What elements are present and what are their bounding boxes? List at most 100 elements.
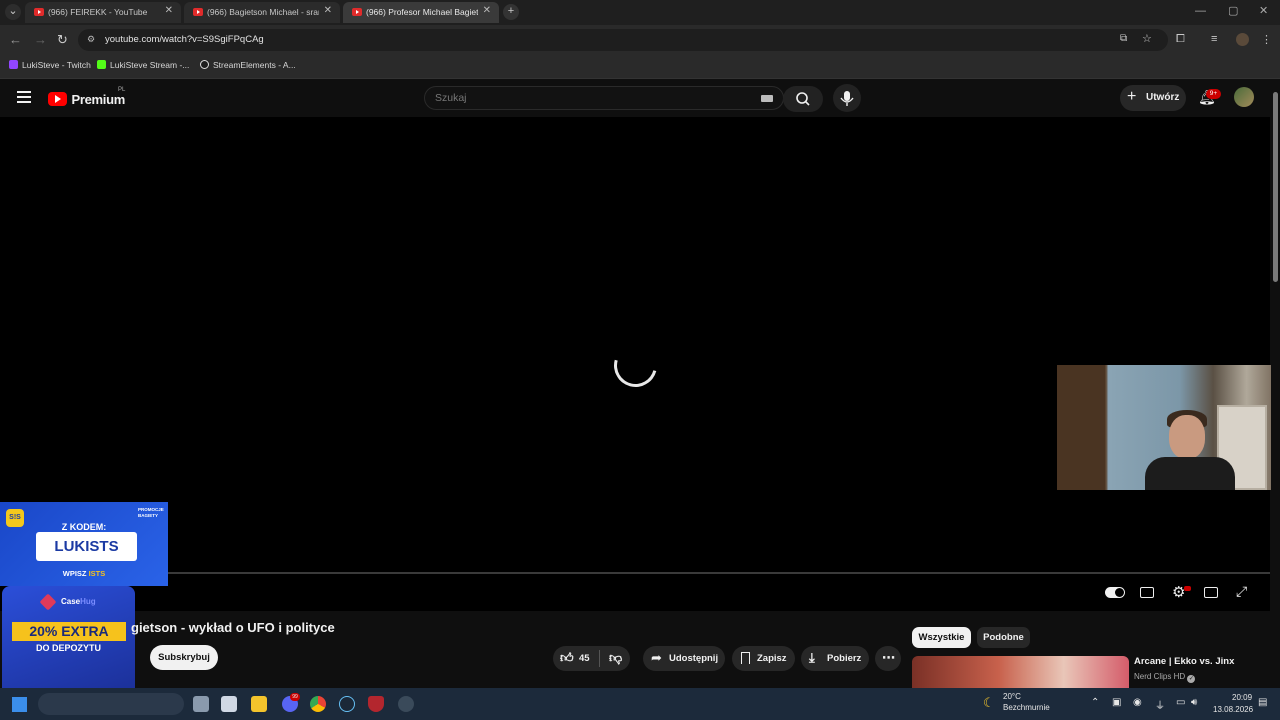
maximize-window-icon[interactable]: ▢ [1228,4,1238,17]
network-icon[interactable]: ▭ [1176,697,1185,708]
search-icon [796,92,810,106]
recommended-thumbnail[interactable] [912,656,1129,688]
file-explorer-icon[interactable] [251,696,267,712]
page-scrollbar[interactable] [1271,80,1280,688]
volume-icon[interactable]: 🔊︎ [1191,697,1197,708]
bookmark-star-icon[interactable]: ☆ [1142,32,1152,45]
chip-related[interactable]: Podobne [977,627,1030,648]
webcam-overlay [1057,365,1280,490]
chip-all[interactable]: Wszystkie [912,627,971,648]
webcam-person-head [1169,415,1205,459]
share-icon: ➦ [651,650,662,665]
settings-gear-icon[interactable]: ⚙ [1172,583,1185,601]
app-icon[interactable] [398,696,414,712]
subtitles-icon[interactable] [1140,587,1154,598]
browser-menu-icon[interactable]: ⋮ [1261,33,1272,46]
bookmark-lukisteve-twitch[interactable]: LukiSteve - Twitch [9,60,91,70]
download-label: Pobierz [827,653,862,664]
more-actions-button[interactable]: ⋯ [875,646,901,671]
extensions-icon[interactable]: ⧠ [1176,33,1185,46]
new-tab-button[interactable]: + [503,4,519,20]
windows-start-icon[interactable] [12,697,27,712]
clock-time[interactable]: 20:09 [1232,693,1252,702]
site-info-icon[interactable]: ⚙ [87,34,95,45]
tray-app-icon[interactable]: ▣ [1112,697,1121,708]
close-window-icon[interactable]: ✕ [1259,4,1268,17]
tab-bagietson-michael[interactable]: (966) Bagietson Michael - srani ✕ [184,2,340,23]
minimize-window-icon[interactable]: — [1195,5,1206,17]
task-view-icon[interactable] [193,696,209,712]
more-icon: ⋯ [882,650,895,665]
video-title: gietson - wykład o UFO i polityce [131,620,335,635]
steam-icon[interactable] [339,696,355,712]
recommended-channel[interactable]: Nerd Clips HD ✓ [1134,672,1196,683]
sponsor-heading: Z KODEM: [61,522,107,532]
close-tab-icon[interactable]: ✕ [483,5,491,16]
taskbar-search[interactable] [38,693,184,715]
tab-title: (966) Profesor Michael Bagietso [366,7,478,17]
save-button[interactable]: Zapisz [732,646,795,671]
shield-app-icon[interactable] [368,696,384,712]
tab-feirekk[interactable]: (966) FEIREKK - YouTube ✕ [25,2,181,23]
close-tab-icon[interactable]: ✕ [165,5,173,16]
subscribe-button[interactable]: Subskrybuj [150,645,218,670]
chrome-icon[interactable] [310,696,326,712]
bookmark-lukisteve-stream[interactable]: LukiSteve Stream -... [97,60,189,70]
back-icon[interactable]: ← [9,32,22,47]
tab-profesor-michael-bagietson[interactable]: (966) Profesor Michael Bagietso ✕ [343,2,499,23]
region-label: PL [118,87,126,93]
dislike-icon[interactable]: 👎︎ [609,650,622,666]
tray-steam-icon[interactable]: ◉ [1133,697,1142,708]
youtube-favicon-icon [352,8,362,16]
fullscreen-icon[interactable]: ⤢ [1236,583,1247,600]
verified-icon: ✓ [1187,675,1196,683]
casehug-logo-icon [39,593,57,611]
sponsor-banner-top[interactable]: S!S PROMOCJE BAGIETY Z KODEM: LUKISTS WP… [0,502,168,586]
youtube-premium-logo[interactable]: Premium PL [48,87,125,109]
notification-center-icon[interactable]: ▤ [1258,697,1267,708]
moon-weather-icon: ☾ [983,695,995,710]
address-bar[interactable]: ⚙ youtube.com/watch?v=S9SgiFPqCAg ⧉ ☆ [78,29,1168,51]
account-avatar[interactable] [1234,87,1254,107]
weather-temperature[interactable]: 20°C [1003,692,1021,701]
save-label: Zapisz [757,653,787,664]
browser-tab-strip: ⌄ (966) FEIREKK - YouTube ✕ (966) Bagiet… [0,0,1280,25]
search-input[interactable]: Szukaj [424,86,784,110]
clock-date[interactable]: 13.08.2026 [1213,705,1253,714]
casehug-brand: CaseHug [61,597,96,606]
reading-list-icon[interactable]: ≡ [1211,33,1217,45]
bookmarks-bar: LukiSteve - Twitch LukiSteve Stream -...… [0,55,1280,79]
miniplayer-icon[interactable] [1204,587,1218,598]
search-button[interactable] [783,86,823,112]
hamburger-menu-icon[interactable] [17,91,31,103]
tab-title: (966) FEIREKK - YouTube [48,7,148,17]
reload-icon[interactable]: ↻ [57,32,68,48]
cast-icon[interactable]: ⧉ [1120,33,1127,44]
share-button[interactable]: ➦ Udostępnij [643,646,725,671]
widgets-icon[interactable] [221,696,237,712]
autoplay-toggle[interactable] [1105,587,1125,598]
forward-icon[interactable]: → [34,32,47,47]
create-button[interactable]: + Utwórz [1120,85,1186,111]
keyboard-icon[interactable] [761,95,773,102]
profile-avatar[interactable] [1236,33,1249,46]
like-icon[interactable]: 👍︎ [560,650,574,666]
url-text[interactable]: youtube.com/watch?v=S9SgiFPqCAg [105,34,264,45]
tab-title: (966) Bagietson Michael - srani [207,7,319,17]
download-button[interactable]: ⤓ Pobierz [801,646,869,671]
tray-mic-icon[interactable]: ⏚ [1155,697,1165,712]
scrollbar-thumb[interactable] [1273,92,1278,282]
voice-search-button[interactable] [833,84,861,112]
search-placeholder: Szukaj [435,92,467,104]
hd-badge [1184,586,1191,591]
weather-description[interactable]: Bezchmurnie [1003,703,1050,712]
progress-bar[interactable] [0,572,1270,574]
webcam-person-body [1145,457,1235,490]
save-bookmark-icon [741,652,750,664]
recommended-title[interactable]: Arcane | Ekko vs. Jinx [1134,656,1234,667]
bookmark-streamelements[interactable]: StreamElements - A... [200,60,296,70]
close-tab-icon[interactable]: ✕ [324,5,332,16]
tray-overflow-icon[interactable]: ⌃ [1091,697,1099,708]
notifications-badge: 9+ [1206,89,1221,99]
tab-search-icon[interactable]: ⌄ [5,4,21,20]
